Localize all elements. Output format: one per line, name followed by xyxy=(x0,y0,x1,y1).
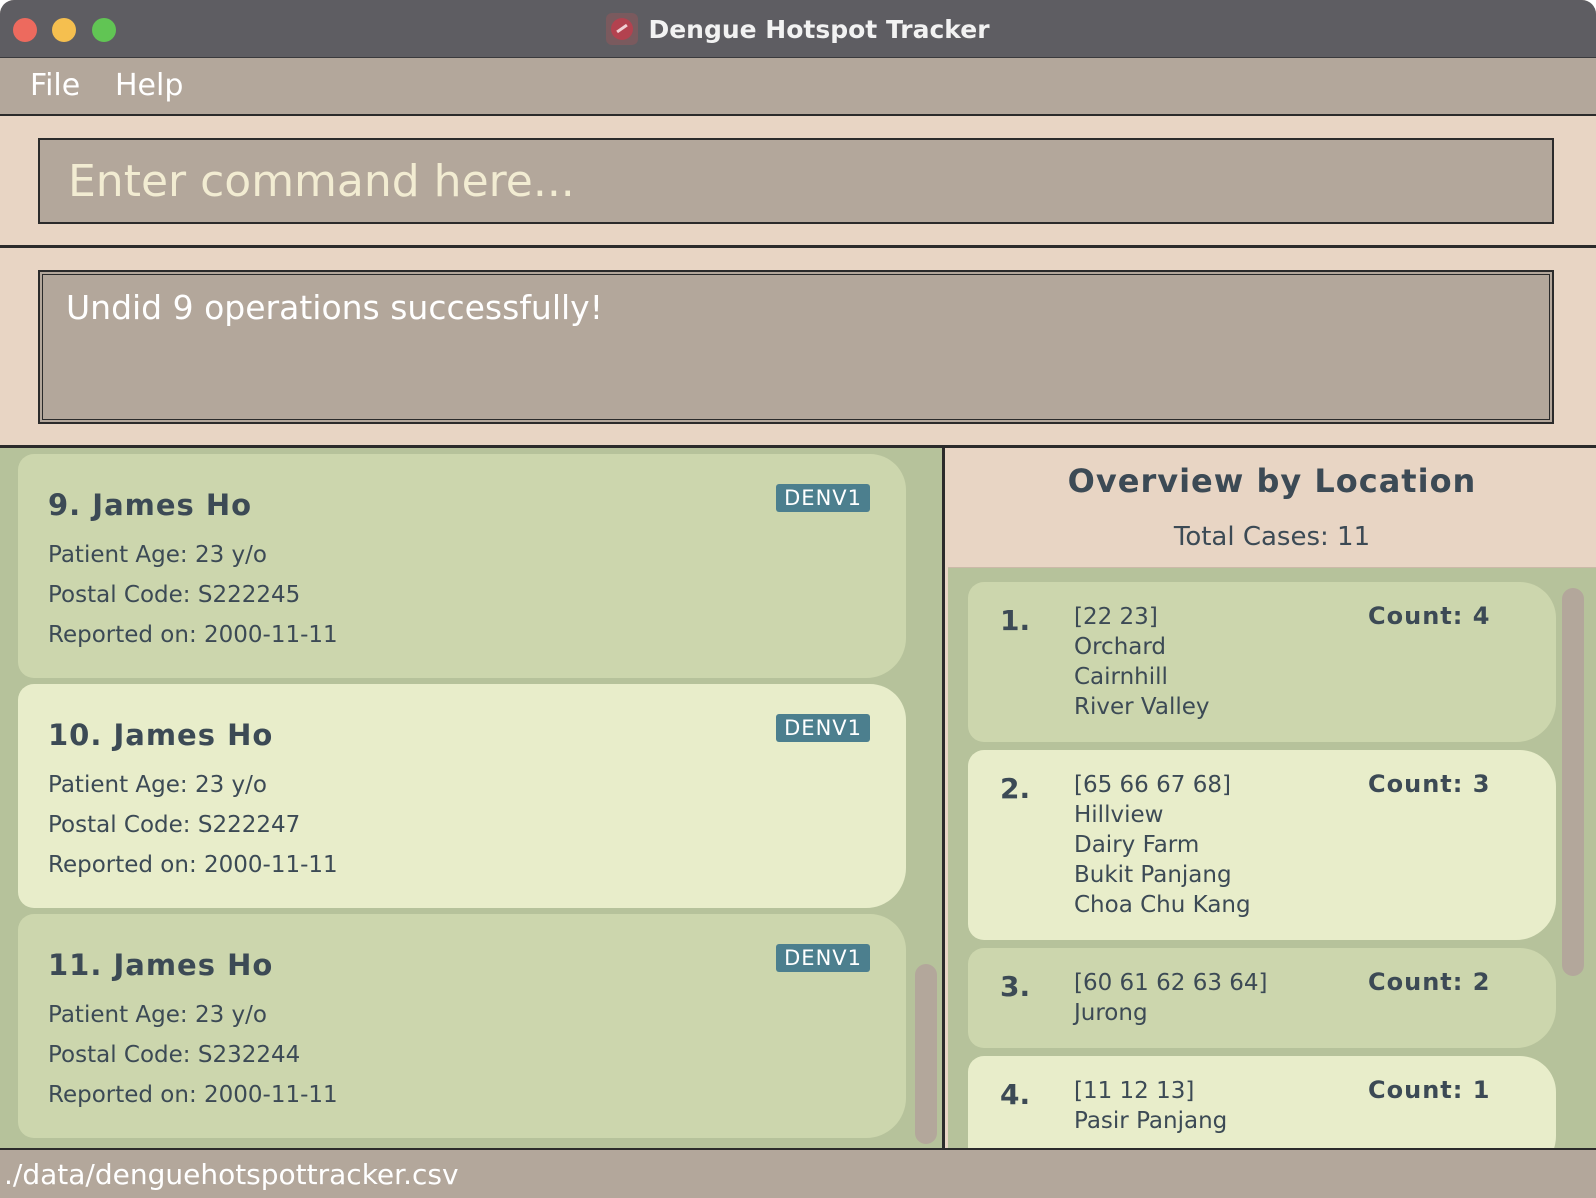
result-section: Undid 9 operations successfully! xyxy=(0,248,1596,448)
case-postal: Postal Code: S222247 xyxy=(48,812,301,838)
title-bar[interactable]: Dengue Hotspot Tracker xyxy=(0,0,1596,58)
location-name: Hillview xyxy=(1074,802,1164,828)
case-age: Patient Age: 23 y/o xyxy=(48,542,267,568)
location-postal-code: [11 12 13] xyxy=(1074,1078,1195,1104)
menu-bar: File Help xyxy=(0,58,1596,116)
case-date: Reported on: 2000-11-11 xyxy=(48,852,338,878)
app-window: Dengue Hotspot Tracker File Help Undid 9… xyxy=(0,0,1596,1198)
location-name: Pasir Panjang xyxy=(1074,1108,1228,1134)
location-name: Choa Chu Kang xyxy=(1074,892,1251,918)
location-count: Count: 4 xyxy=(1368,602,1491,630)
case-age: Patient Age: 23 y/o xyxy=(48,1002,267,1028)
variant-badge: DENV1 xyxy=(776,944,870,972)
location-count: Count: 3 xyxy=(1368,770,1491,798)
menu-file[interactable]: File xyxy=(30,68,80,103)
location-card[interactable]: 1. [22 23] Orchard Cairnhill River Valle… xyxy=(968,582,1556,742)
location-name: Dairy Farm xyxy=(1074,832,1200,858)
location-card[interactable]: 2. [65 66 67 68] Hillview Dairy Farm Buk… xyxy=(968,750,1556,940)
window-title: Dengue Hotspot Tracker xyxy=(648,14,990,44)
result-display[interactable]: Undid 9 operations successfully! xyxy=(38,270,1554,424)
case-name: 11. James Ho xyxy=(48,948,274,982)
data-file-path: ./data/denguehotspottracker.csv xyxy=(4,1158,459,1191)
case-age: Patient Age: 23 y/o xyxy=(48,772,267,798)
case-date: Reported on: 2000-11-11 xyxy=(48,622,338,648)
variant-badge: DENV1 xyxy=(776,714,870,742)
location-card[interactable]: 4. [11 12 13] Pasir Panjang Count: 1 xyxy=(968,1056,1556,1148)
location-postal-code: [22 23] xyxy=(1074,604,1158,630)
location-index: 3. xyxy=(1000,970,1031,1003)
overview-scrollbar[interactable] xyxy=(1562,588,1584,976)
location-postal-code: [65 66 67 68] xyxy=(1074,772,1231,798)
location-index: 4. xyxy=(1000,1078,1031,1111)
command-input[interactable] xyxy=(38,138,1554,224)
case-card[interactable]: 11. James Ho DENV1 Patient Age: 23 y/o P… xyxy=(18,914,906,1138)
case-postal: Postal Code: S232244 xyxy=(48,1042,301,1068)
case-date: Reported on: 2000-11-11 xyxy=(48,1082,338,1108)
case-card[interactable]: 10. James Ho DENV1 Patient Age: 23 y/o P… xyxy=(18,684,906,908)
location-card[interactable]: 3. [60 61 62 63 64] Jurong Count: 2 xyxy=(968,948,1556,1048)
total-cases: Total Cases: 11 xyxy=(1173,522,1371,552)
location-name: Orchard xyxy=(1074,634,1167,660)
case-list-panel[interactable]: 9. James Ho DENV1 Patient Age: 23 y/o Po… xyxy=(0,448,945,1148)
location-name: Cairnhill xyxy=(1074,664,1168,690)
case-name: 9. James Ho xyxy=(48,488,253,522)
app-logo-icon xyxy=(606,13,639,45)
location-count: Count: 2 xyxy=(1368,968,1491,996)
location-count: Count: 1 xyxy=(1368,1076,1491,1104)
result-message: Undid 9 operations successfully! xyxy=(66,288,603,327)
command-section xyxy=(0,116,1596,248)
location-name: River Valley xyxy=(1074,694,1210,720)
overview-title: Overview by Location xyxy=(1067,462,1477,500)
menu-help[interactable]: Help xyxy=(115,68,183,103)
location-postal-code: [60 61 62 63 64] xyxy=(1074,970,1268,996)
variant-badge: DENV1 xyxy=(776,484,870,512)
case-card[interactable]: 9. James Ho DENV1 Patient Age: 23 y/o Po… xyxy=(18,454,906,678)
location-name: Bukit Panjang xyxy=(1074,862,1232,888)
case-postal: Postal Code: S222245 xyxy=(48,582,301,608)
location-index: 1. xyxy=(1000,604,1031,637)
location-index: 2. xyxy=(1000,772,1031,805)
case-name: 10. James Ho xyxy=(48,718,274,752)
overview-panel: Overview by Location Total Cases: 11 1. … xyxy=(948,448,1596,1148)
overview-header: Overview by Location Total Cases: 11 xyxy=(948,448,1596,568)
case-list-scrollbar[interactable] xyxy=(915,964,937,1144)
status-bar: ./data/denguehotspottracker.csv xyxy=(0,1148,1596,1198)
location-name: Jurong xyxy=(1074,1000,1148,1026)
